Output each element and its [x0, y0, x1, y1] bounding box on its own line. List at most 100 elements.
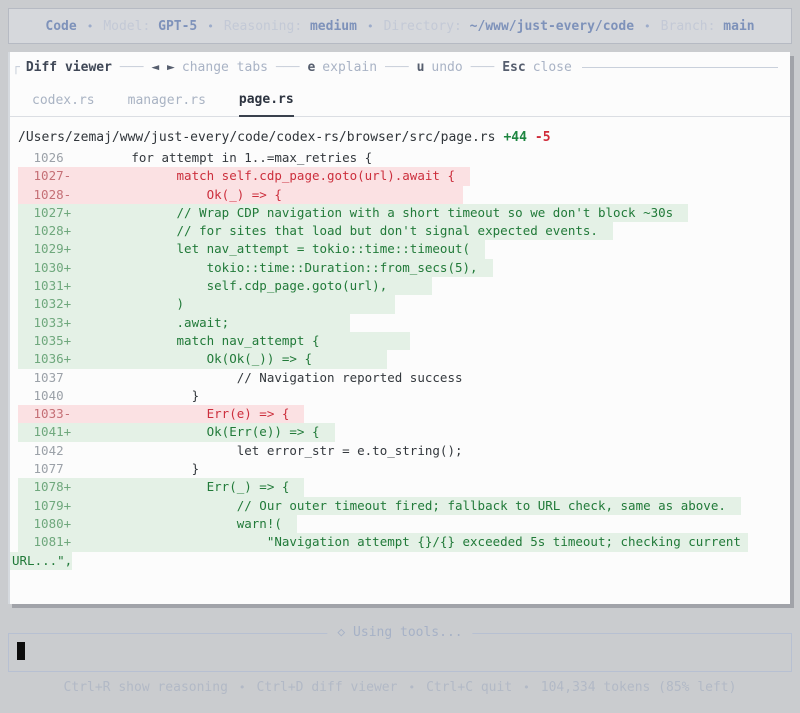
session-field-label: Directory:	[383, 18, 470, 34]
diff-line-highlight: 1031+ self.cdp_page.goto(url),	[18, 277, 433, 296]
diff-line: 1040 }	[10, 387, 790, 405]
line-code: // Wrap CDP navigation with a short time…	[71, 204, 689, 220]
diff-line: 1028- Ok(_) => {	[10, 185, 790, 204]
line-number: 1028+	[26, 223, 72, 239]
diff-line: URL...",	[10, 551, 790, 570]
line-code: self.cdp_page.goto(url),	[71, 278, 433, 294]
session-field-label: Model:	[103, 18, 159, 34]
separator-bullet: •	[86, 19, 94, 33]
diff-content: 1026 for attempt in 1..=max_retries { 10…	[10, 149, 790, 570]
diff-line: 1041+ Ok(Err(e)) => {	[10, 423, 790, 442]
line-number: 1081+	[26, 534, 72, 550]
shortcut-action: undo	[431, 59, 463, 75]
diff-line: 1031+ self.cdp_page.goto(url),	[10, 277, 790, 296]
line-code: Ok(_) => {	[71, 186, 463, 202]
header-dash: ───	[275, 59, 300, 75]
diff-line-highlight: 1027- match self.cdp_page.goto(url).awai…	[18, 167, 471, 186]
line-code: "Navigation attempt {}/{} exceeded 5s ti…	[71, 534, 749, 550]
line-code: // Navigation reported success	[71, 369, 463, 385]
diff-line-highlight: 1080+ warn!(	[18, 514, 297, 534]
diff-line: 1032+ )	[10, 295, 790, 314]
diff-line-highlight: 1040 }	[18, 387, 200, 405]
line-code: }	[71, 461, 200, 477]
app-name: Code	[45, 18, 77, 34]
shortcut-action: explain	[322, 59, 378, 75]
diff-line-highlight: 1027+ // Wrap CDP navigation with a shor…	[18, 203, 689, 223]
session-field-value: main	[723, 18, 755, 34]
additions-count: +44	[503, 130, 527, 145]
tab-codex.rs[interactable]: codex.rs	[32, 93, 95, 116]
shortcut-action: close	[532, 59, 572, 75]
line-code: warn!(	[71, 515, 297, 531]
session-field-value: GPT-5	[158, 18, 198, 34]
separator-bullet: •	[366, 19, 374, 33]
diff-line: 1042 let error_str = e.to_string();	[10, 442, 790, 460]
diff-line-highlight: 1032+ )	[18, 295, 395, 314]
shortcut-keys: u	[416, 59, 425, 75]
line-number: 1035+	[26, 332, 72, 348]
diff-line: 1029+ let nav_attempt = tokio::time::tim…	[10, 240, 790, 259]
diff-line-highlight: 1079+ // Our outer timeout fired; fallba…	[18, 496, 741, 515]
diff-line-highlight: 1029+ let nav_attempt = tokio::time::tim…	[18, 240, 486, 259]
file-tabs: codex.rs manager.rs page.rs	[10, 79, 790, 117]
line-code: match nav_attempt {	[71, 332, 410, 348]
line-code: // Our outer timeout fired; fallback to …	[71, 497, 741, 513]
diff-line: 1079+ // Our outer timeout fired; fallba…	[10, 496, 790, 515]
line-code: match self.cdp_page.goto(url).await {	[71, 168, 471, 184]
line-code: }	[71, 387, 200, 403]
separator-bullet: •	[644, 19, 651, 33]
diff-line: 1027+ // Wrap CDP navigation with a shor…	[10, 203, 790, 223]
line-number: 1042	[26, 442, 72, 458]
header-dash: ───	[119, 59, 144, 75]
shortcut-keys: ◄ ►	[151, 59, 175, 75]
tab-manager.rs[interactable]: manager.rs	[128, 93, 206, 116]
text-cursor	[17, 642, 25, 660]
diff-line-highlight: 1042 let error_str = e.to_string();	[18, 442, 463, 460]
line-number: 1030+	[26, 259, 72, 275]
line-number: 1027+	[26, 204, 72, 220]
session-field-label: Branch:	[660, 18, 724, 34]
composer-input[interactable]: ◇ Using tools...	[8, 625, 792, 672]
footer-hint: Ctrl+R show reasoning	[63, 680, 228, 695]
diff-line-highlight: 1028- Ok(_) => {	[18, 185, 463, 204]
file-path-line: /Users/zemaj/www/just-every/code/codex-r…	[10, 117, 790, 149]
line-number: 1033+	[26, 314, 72, 330]
deletions-count: -5	[534, 130, 551, 145]
line-code: Err(_) => {	[71, 479, 305, 495]
file-path: /Users/zemaj/www/just-every/code/codex-r…	[18, 130, 496, 145]
diff-line-highlight: 1078+ Err(_) => {	[18, 478, 305, 497]
line-code: Ok(Ok(_)) => {	[71, 351, 388, 367]
diff-line-highlight: 1028+ // for sites that load but don't s…	[18, 222, 614, 241]
diff-line-highlight: 1036+ Ok(Ok(_)) => {	[18, 350, 388, 369]
line-number: 1041+	[26, 424, 72, 440]
diff-line: 1081+ "Navigation attempt {}/{} exceeded…	[10, 533, 790, 552]
diff-line: 1080+ warn!(	[10, 514, 790, 534]
line-number: 1077	[26, 461, 72, 477]
diff-line-highlight: 1026 for attempt in 1..=max_retries {	[18, 149, 373, 167]
session-field-label: Reasoning:	[223, 18, 310, 34]
line-number: 1029+	[26, 241, 72, 257]
separator-bullet: •	[238, 681, 246, 694]
shortcut-action: change tabs	[181, 59, 268, 75]
header-dash: ───	[385, 59, 409, 75]
diff-line: 1033+ .await;	[10, 313, 790, 332]
diff-line: 1078+ Err(_) => {	[10, 478, 790, 497]
line-number: 1037	[26, 369, 72, 385]
session-field-value: medium	[309, 18, 357, 34]
session-field-value: ~/www/just-every/code	[469, 18, 635, 34]
separator-bullet: •	[408, 681, 416, 694]
app-screen: Code • Model: GPT-5 • Reasoning: medium • Dire…	[0, 0, 800, 713]
diff-line: 1033- Err(e) => {	[10, 405, 790, 424]
line-code: )	[71, 296, 395, 312]
line-number: 1031+	[26, 278, 72, 294]
tab-page.rs[interactable]: page.rs	[238, 92, 294, 117]
diff-line-highlight: URL...",	[10, 551, 73, 570]
diff-line: 1027- match self.cdp_page.goto(url).awai…	[10, 167, 790, 186]
diff-line-highlight: 1033+ .await;	[18, 313, 350, 332]
diff-line: 1077 }	[10, 460, 790, 478]
line-code: URL...",	[12, 552, 73, 568]
panel-corner-glyph: ┌	[12, 59, 20, 75]
line-code: Ok(Err(e)) => {	[71, 424, 335, 440]
diff-viewer-title: Diff viewer	[25, 59, 112, 75]
footer-hints: Ctrl+R show reasoning • Ctrl+D diff viewer…	[0, 680, 800, 695]
